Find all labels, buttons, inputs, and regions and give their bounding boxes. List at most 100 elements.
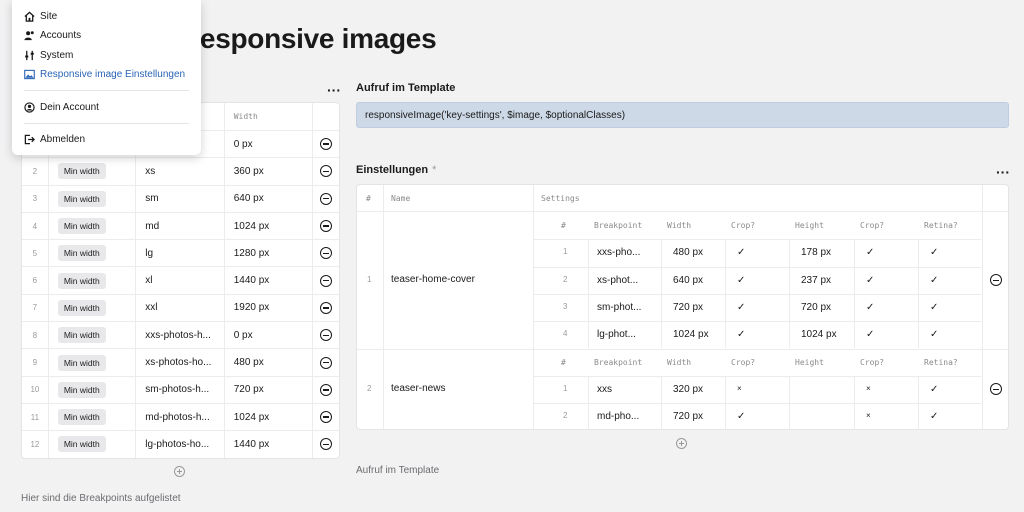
- table-row[interactable]: 4 Min width md 1024 px: [22, 211, 339, 240]
- sub-cell-retina[interactable]: ✓: [930, 384, 938, 395]
- setting-name[interactable]: teaser-news: [391, 383, 445, 394]
- table-row[interactable]: 2 Min width xs 360 px: [22, 157, 339, 185]
- remove-row-icon[interactable]: [320, 329, 333, 342]
- sub-cell-breakpoint[interactable]: sm-phot...: [597, 302, 641, 313]
- breakpoint-width[interactable]: 1440 px: [234, 439, 270, 450]
- table-row[interactable]: 12 Min width lg-photos-ho... 1440 px: [22, 430, 339, 458]
- sub-cell-retina[interactable]: ✓: [930, 411, 938, 422]
- table-row[interactable]: 6 Min width xl 1440 px: [22, 266, 339, 294]
- sub-cell-width[interactable]: 1024 px: [673, 329, 709, 340]
- remove-row-icon[interactable]: [320, 192, 333, 205]
- breakpoint-type-select[interactable]: Min width: [57, 245, 106, 262]
- table-row[interactable]: 7 Min width xxl 1920 px: [22, 293, 339, 322]
- remove-row-icon[interactable]: [320, 438, 333, 451]
- setting-name[interactable]: teaser-home-cover: [391, 274, 475, 285]
- breakpoint-type-select[interactable]: Min width: [57, 163, 106, 180]
- menu-item-system[interactable]: System: [24, 50, 73, 61]
- sub-cell-height[interactable]: 178 px: [801, 247, 831, 258]
- remove-row-icon[interactable]: [320, 274, 333, 287]
- menu-item-responsive-image[interactable]: Responsive image Einstellungen: [24, 69, 185, 80]
- sub-cell-breakpoint[interactable]: lg-phot...: [597, 329, 636, 340]
- breakpoint-width[interactable]: 720 px: [234, 384, 264, 395]
- breakpoint-type-select[interactable]: Min width: [57, 218, 106, 235]
- table-row[interactable]: 9 Min width xs-photos-ho... 480 px: [22, 348, 339, 376]
- remove-row-icon[interactable]: [320, 301, 333, 314]
- breakpoint-name[interactable]: md: [145, 221, 159, 232]
- table-row[interactable]: 10 Min width sm-photos-h... 720 px: [22, 375, 339, 403]
- add-breakpoint-icon[interactable]: [174, 466, 185, 477]
- sub-cell-width[interactable]: 720 px: [673, 302, 703, 313]
- settings-more-icon[interactable]: ···: [996, 165, 1010, 179]
- breakpoint-type-select[interactable]: Min width: [57, 190, 106, 207]
- breakpoint-name[interactable]: xs: [145, 166, 155, 177]
- breakpoint-width[interactable]: 360 px: [234, 166, 264, 177]
- sub-cell-crop1[interactable]: ✓: [737, 275, 745, 286]
- breakpoint-type-select[interactable]: Min width: [57, 409, 106, 426]
- remove-row-icon[interactable]: [320, 356, 333, 369]
- remove-row-icon[interactable]: [320, 220, 333, 233]
- sub-cell-retina[interactable]: ✓: [930, 329, 938, 340]
- breakpoint-name[interactable]: md-photos-h...: [145, 412, 209, 423]
- breakpoint-type-select[interactable]: Min width: [57, 327, 106, 344]
- breakpoint-type-select[interactable]: Min width: [57, 272, 106, 289]
- table-row[interactable]: 5 Min width lg 1280 px: [22, 239, 339, 267]
- add-setting-icon[interactable]: [676, 438, 687, 449]
- breakpoint-width[interactable]: 480 px: [234, 357, 264, 368]
- breakpoint-width[interactable]: 640 px: [234, 193, 264, 204]
- sub-cell-retina[interactable]: ✓: [930, 247, 938, 258]
- sub-cell-crop2[interactable]: ×: [866, 384, 871, 393]
- remove-row-icon[interactable]: [320, 383, 333, 396]
- breakpoint-width[interactable]: 1024 px: [234, 412, 270, 423]
- sub-cell-breakpoint[interactable]: md-pho...: [597, 411, 639, 422]
- sub-cell-breakpoint[interactable]: xxs-pho...: [597, 247, 640, 258]
- sub-cell-width[interactable]: 320 px: [673, 384, 703, 395]
- sub-cell-crop2[interactable]: ✓: [866, 247, 874, 258]
- sub-cell-crop2[interactable]: ✓: [866, 329, 874, 340]
- sub-cell-crop1[interactable]: ×: [737, 384, 742, 393]
- breakpoint-name[interactable]: xl: [145, 275, 152, 286]
- sub-cell-height[interactable]: 720 px: [801, 302, 831, 313]
- table-row[interactable]: 8 Min width xxs-photos-h... 0 px: [22, 321, 339, 349]
- breakpoint-type-select[interactable]: Min width: [57, 381, 106, 398]
- sub-cell-width[interactable]: 480 px: [673, 247, 703, 258]
- breakpoint-type-select[interactable]: Min width: [57, 299, 106, 316]
- template-code-field[interactable]: responsiveImage('key-settings', $image, …: [356, 102, 1009, 128]
- breakpoints-more-icon[interactable]: ···: [327, 83, 341, 97]
- breakpoint-name[interactable]: lg-photos-ho...: [145, 439, 209, 450]
- remove-row-icon[interactable]: [320, 165, 333, 178]
- breakpoint-width[interactable]: 0 px: [234, 330, 253, 341]
- sub-cell-crop1[interactable]: ✓: [737, 329, 745, 340]
- sub-cell-width[interactable]: 640 px: [673, 275, 703, 286]
- breakpoint-width[interactable]: 1440 px: [234, 275, 270, 286]
- remove-row-icon[interactable]: [320, 138, 333, 151]
- sub-cell-crop1[interactable]: ✓: [737, 411, 745, 422]
- table-row[interactable]: 3 Min width sm 640 px: [22, 184, 339, 212]
- sub-cell-breakpoint[interactable]: xxs: [597, 384, 612, 395]
- sub-cell-crop1[interactable]: ✓: [737, 247, 745, 258]
- breakpoint-width[interactable]: 0 px: [234, 139, 253, 150]
- sub-cell-height[interactable]: 1024 px: [801, 329, 837, 340]
- sub-cell-crop1[interactable]: ✓: [737, 302, 745, 313]
- sub-cell-retina[interactable]: ✓: [930, 302, 938, 313]
- breakpoint-type-select[interactable]: Min width: [57, 354, 106, 371]
- sub-cell-width[interactable]: 720 px: [673, 411, 703, 422]
- sub-cell-crop2[interactable]: ✓: [866, 275, 874, 286]
- breakpoint-name[interactable]: sm-photos-h...: [145, 384, 209, 395]
- menu-item-accounts[interactable]: Accounts: [24, 30, 81, 41]
- breakpoint-name[interactable]: xs-photos-ho...: [145, 357, 211, 368]
- menu-item-logout[interactable]: Abmelden: [24, 134, 85, 145]
- breakpoint-width[interactable]: 1024 px: [234, 221, 270, 232]
- sub-cell-height[interactable]: 237 px: [801, 275, 831, 286]
- breakpoint-name[interactable]: xxl: [145, 302, 157, 313]
- sub-cell-crop2[interactable]: ✓: [866, 302, 874, 313]
- breakpoint-width[interactable]: 1280 px: [234, 248, 270, 259]
- breakpoint-name[interactable]: xxs-photos-h...: [145, 330, 211, 341]
- breakpoint-name[interactable]: sm: [145, 193, 158, 204]
- sub-cell-crop2[interactable]: ×: [866, 411, 871, 420]
- remove-row-icon[interactable]: [320, 247, 333, 260]
- sub-cell-retina[interactable]: ✓: [930, 275, 938, 286]
- breakpoint-width[interactable]: 1920 px: [234, 302, 270, 313]
- table-row[interactable]: 11 Min width md-photos-h... 1024 px: [22, 402, 339, 431]
- menu-item-site[interactable]: Site: [24, 11, 57, 22]
- remove-setting-icon[interactable]: [990, 274, 1002, 287]
